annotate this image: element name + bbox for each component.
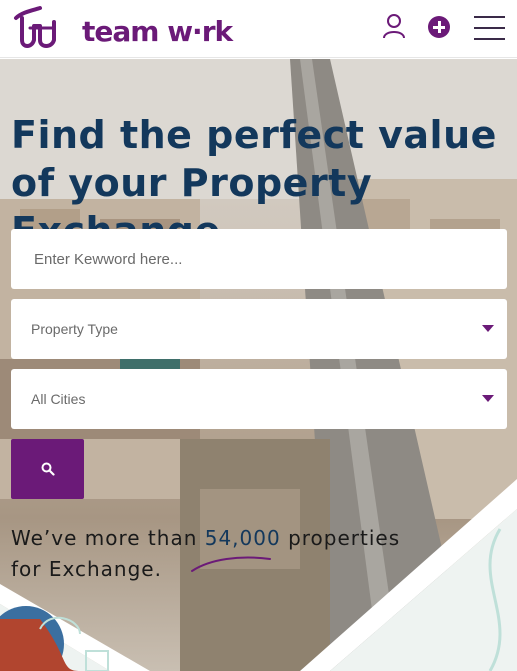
tagline-prefix: We’ve more than — [11, 526, 205, 550]
site-logo[interactable]: team w·rk — [12, 4, 233, 54]
caret-down-icon — [482, 395, 494, 402]
hero-section: Find the perfect value of your Property … — [0, 59, 517, 671]
city-select[interactable]: All Cities — [11, 369, 507, 429]
keyword-input[interactable] — [11, 229, 507, 289]
property-count: 54,000 — [204, 526, 281, 550]
logo-mark-icon — [14, 6, 56, 48]
search-button[interactable] — [11, 439, 84, 499]
site-header: team w·rk — [0, 0, 517, 58]
logo-text: team w·rk — [82, 15, 233, 48]
underline-swoosh-icon — [191, 556, 271, 572]
property-type-label: Property Type — [31, 321, 118, 337]
hamburger-menu-icon[interactable] — [474, 16, 505, 40]
keyword-field[interactable] — [11, 229, 507, 289]
caret-down-icon — [482, 325, 494, 332]
property-type-select[interactable]: Property Type — [11, 299, 507, 359]
search-icon — [41, 462, 55, 476]
user-icon[interactable] — [382, 13, 406, 39]
plus-circle-icon[interactable] — [428, 16, 450, 38]
city-label: All Cities — [31, 391, 86, 407]
